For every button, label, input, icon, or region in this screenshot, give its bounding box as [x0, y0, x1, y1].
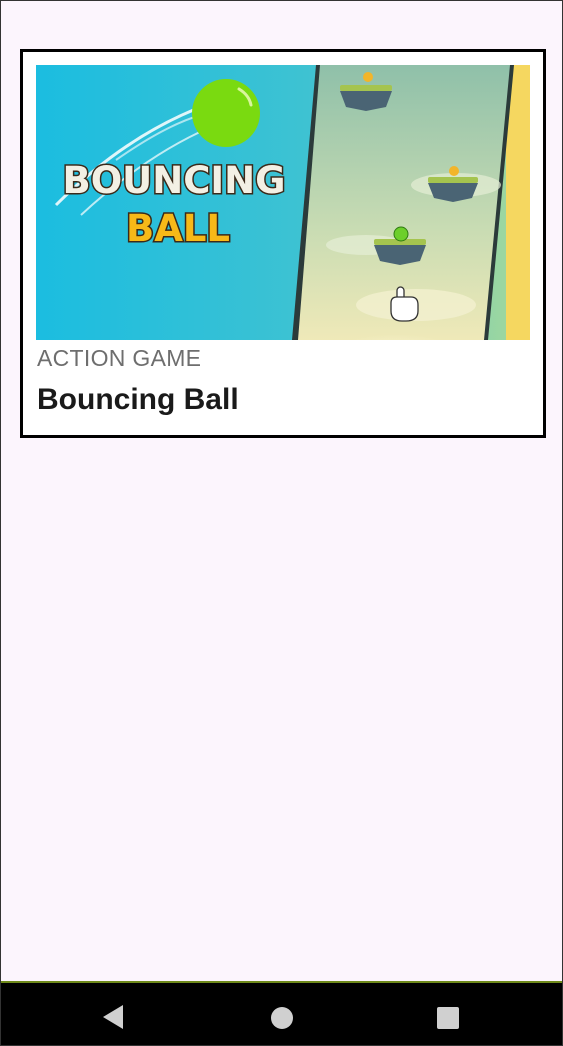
game-category: ACTION GAME — [37, 345, 202, 371]
logo-line1: BOUNCING — [63, 159, 286, 202]
game-card[interactable]: BOUNCING BALL ACTION GAME Bouncing Ball — [20, 49, 546, 438]
game-thumbnail[interactable]: BOUNCING BALL — [36, 65, 530, 340]
home-circle-icon[interactable] — [271, 1007, 293, 1029]
game-title[interactable]: Bouncing Ball — [37, 383, 239, 417]
app-screen: BOUNCING BALL ACTION GAME Bouncing Ball — [0, 0, 563, 1046]
back-triangle-icon[interactable] — [103, 1005, 123, 1029]
system-nav-bar — [1, 981, 562, 1045]
recents-square-icon[interactable] — [437, 1007, 459, 1029]
logo-line2: BALL — [126, 207, 230, 250]
thumbnail-art: BOUNCING BALL — [36, 65, 530, 340]
